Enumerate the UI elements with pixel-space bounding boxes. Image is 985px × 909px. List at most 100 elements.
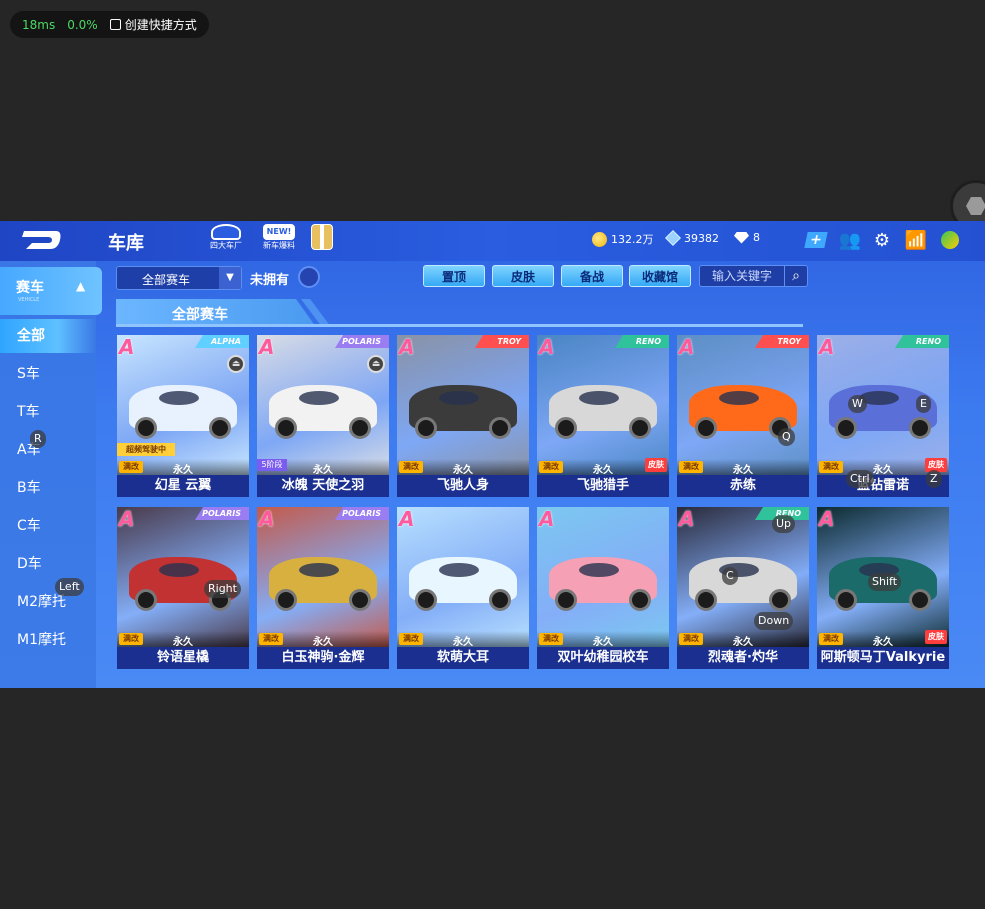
- sidebar-item[interactable]: 全部: [0, 319, 96, 353]
- unequip-icon[interactable]: ⏏: [367, 355, 385, 373]
- keymap-hint: Left: [55, 578, 84, 596]
- top-bar: 车库 四大车厂 NEW! 新车爆料 132.2万 39382 8 + 👥 ⚙ 📶: [0, 221, 985, 261]
- skin-button[interactable]: 皮肤: [492, 265, 554, 287]
- car-factory-button[interactable]: 四大车厂: [206, 224, 246, 258]
- coin-amount: 132.2万: [611, 233, 654, 246]
- car-wheel: [275, 417, 297, 439]
- permanent-label: 永久: [173, 637, 193, 647]
- grade-badge: A: [399, 335, 415, 359]
- car-image: A ALPHA 超频驾驶中 满改 永久 ⏏: [117, 335, 249, 475]
- latency-text: 18ms: [22, 17, 56, 32]
- car-image: A POLARIS 满改 永久: [257, 507, 389, 647]
- sidebar-item[interactable]: D车: [0, 547, 96, 581]
- brand-badge: TROY: [475, 335, 529, 348]
- gem-amount: 39382: [684, 231, 719, 245]
- new-car-icon: NEW!: [263, 224, 295, 240]
- prepare-button[interactable]: 备战: [561, 265, 623, 287]
- car-card[interactable]: A RENO 满改 永久 皮肤 飞驰猎手: [537, 335, 669, 497]
- car-card[interactable]: A ALPHA 超频驾驶中 满改 永久 ⏏ 幻星 云翼: [117, 335, 249, 497]
- car-wheel: [275, 589, 297, 611]
- max-mod-badge: 满改: [119, 461, 143, 473]
- permanent-label: 永久: [733, 465, 753, 475]
- car-wheel: [349, 589, 371, 611]
- add-button[interactable]: +: [804, 229, 828, 251]
- sidebar-item[interactable]: A车: [0, 433, 96, 467]
- car-card[interactable]: A POLARIS 满改 永久 白玉神驹·金辉: [257, 507, 389, 669]
- car-name: 双叶幼稚园校车: [537, 647, 669, 669]
- permanent-label: 永久: [453, 637, 473, 647]
- chevron-up-icon: ▲: [76, 279, 86, 293]
- brand-badge: POLARIS: [335, 507, 389, 520]
- top-right-icons: + 👥 ⚙ 📶: [804, 229, 962, 251]
- collection-button[interactable]: 收藏馆: [629, 265, 691, 287]
- keymap-hint: Right: [204, 580, 241, 598]
- friends-button[interactable]: 👥: [838, 229, 862, 251]
- sidebar-item[interactable]: M1摩托: [0, 623, 96, 657]
- max-mod-badge: 满改: [259, 633, 283, 645]
- featured-banner: 超频驾驶中: [117, 443, 175, 456]
- music-button[interactable]: [938, 229, 962, 251]
- keymap-hint: C: [722, 567, 738, 585]
- car-name: 冰魄 天使之羽: [257, 475, 389, 497]
- car-wheel: [555, 589, 577, 611]
- grade-badge: A: [259, 335, 275, 359]
- grade-badge: A: [119, 335, 135, 359]
- car-type-dropdown[interactable]: 全部赛车 ▼: [116, 266, 242, 290]
- car-image: A TROY 满改 永久: [677, 335, 809, 475]
- car-card[interactable]: A TROY 满改 永久 赤练: [677, 335, 809, 497]
- not-owned-toggle[interactable]: [298, 266, 320, 288]
- permanent-label: 永久: [453, 465, 473, 475]
- keymap-hint: R: [30, 430, 46, 448]
- sidebar-item[interactable]: B车: [0, 471, 96, 505]
- game-viewport: 车库 四大车厂 NEW! 新车爆料 132.2万 39382 8 + 👥 ⚙ 📶…: [0, 221, 985, 688]
- max-mod-badge: 满改: [399, 461, 423, 473]
- car-image: A POLARIS 5阶段 永久 ⏏: [257, 335, 389, 475]
- search-input[interactable]: 输入关键字: [699, 265, 785, 287]
- not-owned-label: 未拥有: [250, 273, 290, 288]
- sidebar-item[interactable]: T车: [0, 395, 96, 429]
- chevron-down-icon: ▼: [219, 267, 241, 289]
- brand-badge: POLARIS: [335, 335, 389, 348]
- create-shortcut-button[interactable]: 创建快捷方式: [109, 16, 197, 33]
- car-wheel: [415, 417, 437, 439]
- sidebar-item[interactable]: C车: [0, 509, 96, 543]
- unequip-icon[interactable]: ⏏: [227, 355, 245, 373]
- car-wheel: [349, 417, 371, 439]
- settings-button[interactable]: ⚙: [870, 229, 894, 251]
- pin-button[interactable]: 置顶: [423, 265, 485, 287]
- car-card[interactable]: A 满改 永久 软萌大耳: [397, 507, 529, 669]
- grade-badge: A: [399, 507, 415, 531]
- music-icon: [941, 231, 959, 249]
- coin-icon: [592, 231, 607, 247]
- car-wheel: [695, 589, 717, 611]
- car-card[interactable]: A TROY 满改 永久 飞驰人身: [397, 335, 529, 497]
- search-icon: ⌕: [792, 268, 800, 284]
- car-wheel: [909, 417, 931, 439]
- keymap-hint: Down: [754, 612, 794, 630]
- category-racecar[interactable]: 赛车 VEHICLE ▲: [0, 267, 102, 315]
- car-wheel: [835, 417, 857, 439]
- car-wheel: [835, 589, 857, 611]
- car-name: 赤练: [677, 475, 809, 497]
- hexagon-icon: [966, 197, 985, 215]
- brand-badge: RENO: [895, 335, 949, 348]
- car-wheel: [135, 417, 157, 439]
- grade-badge: A: [819, 507, 835, 531]
- car-image: A POLARIS 满改 永久: [117, 507, 249, 647]
- brand-badge: RENO: [615, 335, 669, 348]
- car-card[interactable]: A POLARIS 5阶段 永久 ⏏ 冰魄 天使之羽: [257, 335, 389, 497]
- gift-button[interactable]: [302, 224, 342, 258]
- sidebar-item[interactable]: S车: [0, 357, 96, 391]
- network-status: 📶: [904, 229, 928, 251]
- car-card[interactable]: A 满改 永久 双叶幼稚园校车: [537, 507, 669, 669]
- keymap-hint: E: [916, 395, 931, 413]
- car-wheel: [415, 589, 437, 611]
- grade-badge: A: [539, 507, 555, 531]
- new-car-news-button[interactable]: NEW! 新车爆料: [259, 224, 299, 258]
- gear-icon: ⚙: [873, 229, 891, 251]
- permanent-label: 永久: [313, 637, 333, 647]
- brand-badge: TROY: [755, 335, 809, 348]
- car-wheel: [695, 417, 717, 439]
- car-name: 阿斯顿马丁Valkyrie: [817, 647, 949, 669]
- search-button[interactable]: ⌕: [784, 265, 808, 287]
